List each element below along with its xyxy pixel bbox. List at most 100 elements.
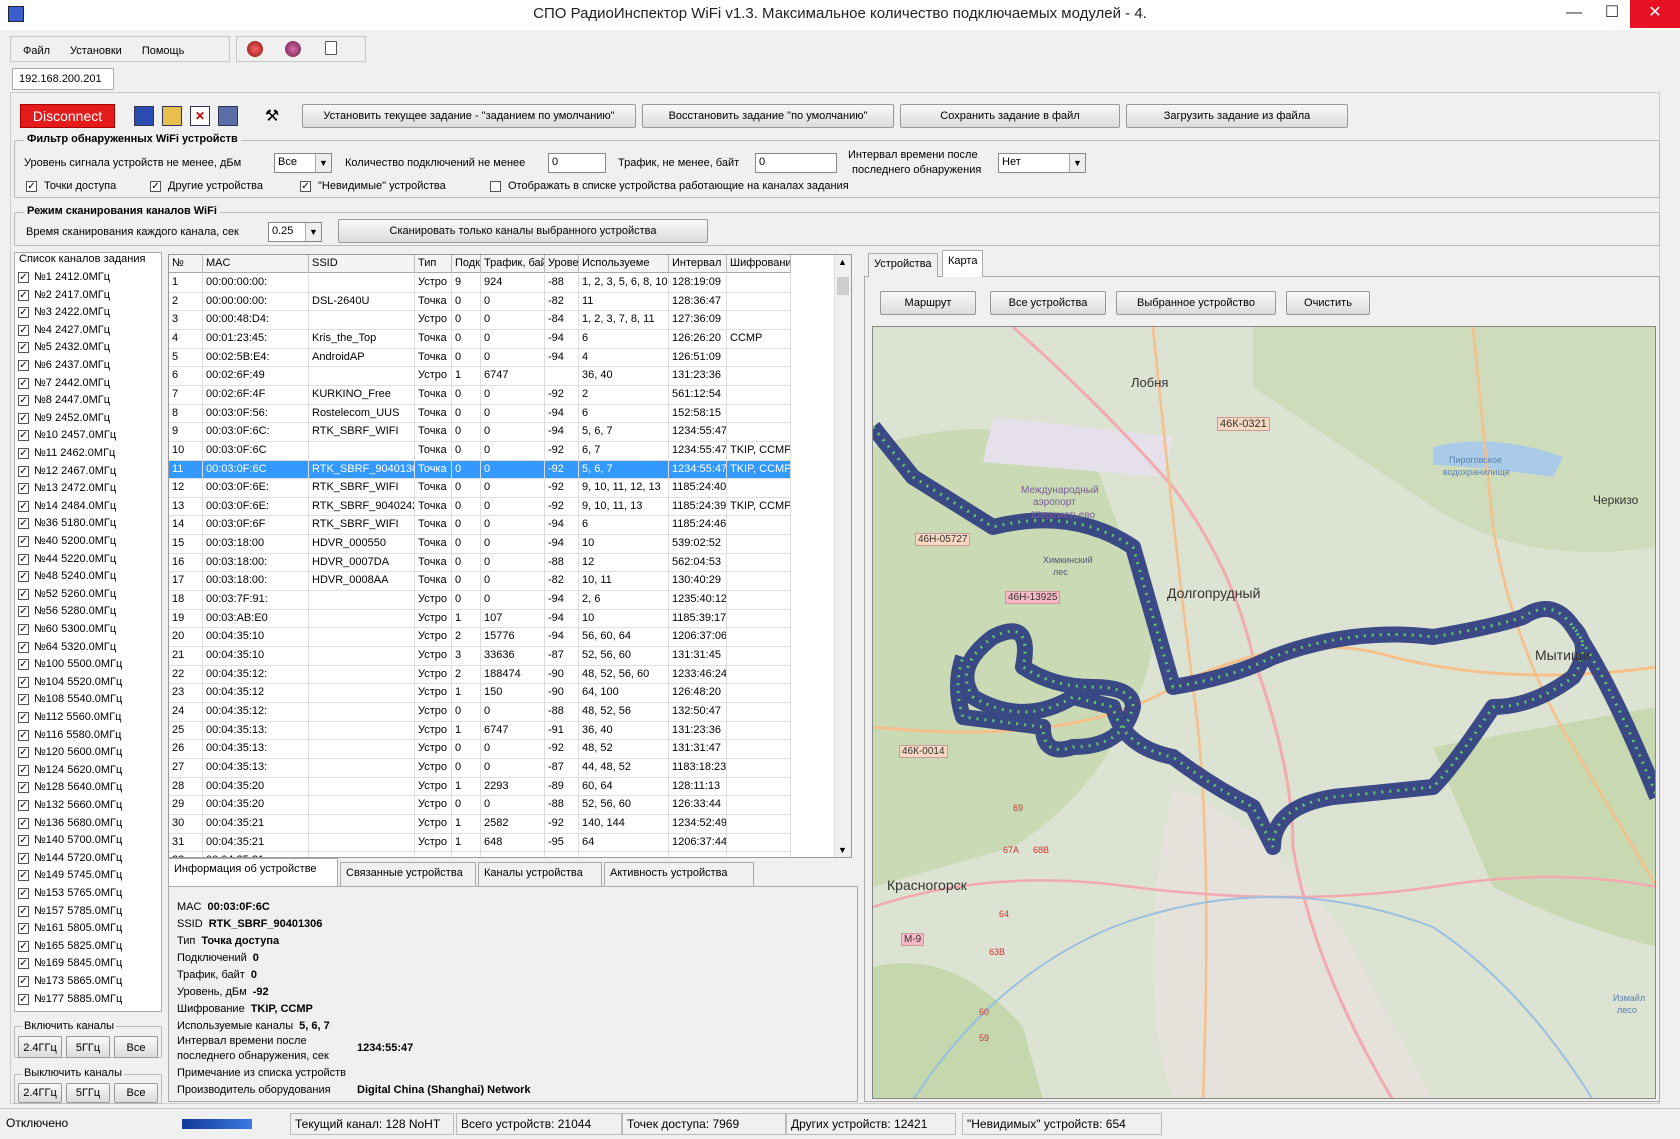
- channel-checkbox[interactable]: ✓: [18, 395, 29, 407]
- scroll-down-icon[interactable]: ▼: [838, 845, 847, 855]
- maximize-button[interactable]: ☐: [1590, 0, 1634, 28]
- table-row[interactable]: 17 00:03:18:00: HDVR_0008AA Точка 0 0 -82 10, 1…: [169, 572, 835, 592]
- channel-checkbox[interactable]: ✓: [18, 430, 29, 442]
- info-tab[interactable]: Связанные устройства: [340, 862, 476, 886]
- channel-checkbox[interactable]: ✓: [18, 307, 29, 319]
- clear-button[interactable]: Очистить: [1286, 291, 1370, 315]
- channel-checkbox[interactable]: ✓: [18, 518, 29, 530]
- table-row[interactable]: 10 00:03:0F:6C Точка 0 0 -92 6, 7 1234:55:47 TKI…: [169, 441, 835, 461]
- info-tab[interactable]: Активность устройства: [604, 862, 754, 886]
- channel-checkbox[interactable]: ✓: [18, 360, 29, 371]
- channel-checkbox[interactable]: ✓: [18, 412, 29, 424]
- channel-checkbox[interactable]: ✓: [18, 852, 29, 864]
- open-folder-icon[interactable]: [162, 106, 182, 126]
- channel-checkbox[interactable]: ✓: [18, 993, 29, 1005]
- table-row[interactable]: 14 00:03:0F:6F RTK_SBRF_WIFI Точка 0 0 -94 6 118…: [169, 516, 835, 536]
- table-scrollbar[interactable]: ▲ ▼: [834, 255, 851, 857]
- channel-checkbox[interactable]: ✓: [18, 729, 29, 741]
- table-row[interactable]: 22 00:04:35:12: Устро 2 188474 -90 48, 52, 56,…: [169, 665, 835, 685]
- tab-map[interactable]: Карта: [942, 250, 984, 277]
- channel-checkbox[interactable]: ✓: [18, 342, 29, 354]
- table-row[interactable]: 30 00:04:35:21 Устро 1 2582 -92 140, 144 1234:5…: [169, 814, 835, 834]
- restore-default-button[interactable]: Восстановить задание "по умолчанию": [642, 104, 894, 128]
- enable-all-button[interactable]: Все: [114, 1036, 158, 1058]
- channel-checkbox[interactable]: ✓: [18, 958, 29, 970]
- channel-checkbox[interactable]: ✓: [18, 870, 29, 882]
- channel-checkbox[interactable]: ✓: [18, 817, 29, 829]
- enable-5-button[interactable]: 5ГГц: [66, 1036, 110, 1058]
- interval-combo[interactable]: Нет ▼: [998, 153, 1086, 173]
- table-row[interactable]: 27 00:04:35:13: Устро 0 0 -87 44, 48, 52 1183:1…: [169, 758, 835, 778]
- table-row[interactable]: 1 00:00:00:00: Устро 9 924 -88 1, 2, 3, 5, 6, …: [169, 274, 835, 293]
- selected-device-button[interactable]: Выбранное устройство: [1116, 291, 1276, 315]
- delete-icon[interactable]: ✕: [190, 106, 210, 126]
- tools-icon[interactable]: ⚒: [262, 106, 282, 126]
- table-row[interactable]: 6 00:02:6F:49 Устро 1 6747 36, 40 131:23:36: [169, 367, 835, 386]
- channel-checkbox[interactable]: ✓: [18, 835, 29, 847]
- channel-checkbox[interactable]: ✓: [18, 976, 29, 987]
- channel-checkbox[interactable]: ✓: [18, 272, 29, 283]
- table-row[interactable]: 28 00:04:35:20 Устро 1 2293 -89 60, 64 128:11:1…: [169, 777, 835, 797]
- route-button[interactable]: Маршрут: [880, 291, 976, 315]
- table-header[interactable]: №: [169, 255, 203, 273]
- table-row[interactable]: 12 00:03:0F:6E: RTK_SBRF_WIFI Точка 0 0 -92 9, …: [169, 479, 835, 498]
- channel-checkbox[interactable]: ✓: [18, 923, 29, 935]
- channel-checkbox[interactable]: ✓: [18, 764, 29, 776]
- channel-checkbox[interactable]: ✓: [18, 676, 29, 688]
- table-row[interactable]: 16 00:03:18:00: HDVR_0007DA Точка 0 0 -88 12 562…: [169, 553, 835, 573]
- table-row[interactable]: 20 00:04:35:10 Устро 2 15776 -94 56, 60, 64 120…: [169, 628, 835, 648]
- channel-checkbox[interactable]: ✓: [18, 940, 29, 952]
- set-default-task-button[interactable]: Установить текущее задание - "заданием п…: [302, 104, 636, 128]
- close-button[interactable]: ✕: [1630, 0, 1680, 28]
- table-header[interactable]: Урове: [545, 255, 579, 273]
- ip-tab[interactable]: 192.168.200.201: [12, 68, 114, 90]
- channel-checkbox[interactable]: ✓: [18, 905, 29, 917]
- table-row[interactable]: 13 00:03:0F:6E: RTK_SBRF_90402427 Точка 0 0 -9…: [169, 497, 835, 517]
- table-row[interactable]: 25 00:04:35:13: Устро 1 6747 -91 36, 40 131:23:…: [169, 721, 835, 741]
- info-tab[interactable]: Каналы устройства: [478, 862, 602, 886]
- channel-checkbox[interactable]: ✓: [18, 659, 29, 671]
- channel-checkbox[interactable]: ✓: [18, 536, 29, 547]
- map-view[interactable]: Лобня 46К-0321 Международный аэропорт Шереме…: [872, 326, 1656, 1099]
- table-row[interactable]: 19 00:03:AB:E0 Устро 1 107 -94 10 1185:39:17: [169, 609, 835, 629]
- table-row[interactable]: 7 00:02:6F:4F KURKINO_Free Точка 0 0 -92 2 561:1…: [169, 385, 835, 405]
- signal-combo[interactable]: Все ▼: [274, 153, 332, 173]
- disconnect-button[interactable]: Disconnect: [20, 104, 115, 128]
- channel-checkbox[interactable]: ✓: [18, 377, 29, 389]
- table-header[interactable]: Тип: [415, 255, 452, 273]
- table-row[interactable]: 24 00:04:35:12: Устро 0 0 -88 48, 52, 56 132:50…: [169, 702, 835, 722]
- channel-checkbox[interactable]: ✓: [18, 747, 29, 759]
- tab-devices[interactable]: Устройства: [868, 253, 938, 277]
- table-row[interactable]: 18 00:03:7F:91: Устро 0 0 -94 2, 6 1235:40:12: [169, 591, 835, 610]
- info-tab[interactable]: Информация об устройстве: [168, 858, 338, 886]
- table-header[interactable]: Интервал: [669, 255, 727, 273]
- stop-icon[interactable]: [285, 41, 301, 57]
- channel-checkbox[interactable]: ✓: [18, 694, 29, 706]
- table-row[interactable]: 5 00:02:5B:E4: AndroidAP Точка 0 0 -94 4 126:51:…: [169, 348, 835, 368]
- load-task-button[interactable]: Загрузить задание из файла: [1126, 104, 1348, 128]
- channel-checkbox[interactable]: ✓: [18, 800, 29, 811]
- channel-checkbox[interactable]: ✓: [18, 641, 29, 653]
- channel-checkbox[interactable]: ✓: [18, 465, 29, 477]
- document-icon[interactable]: [325, 41, 337, 55]
- table-row[interactable]: 26 00:04:35:13: Устро 0 0 -92 48, 52 131:31:47: [169, 740, 835, 759]
- menu-settings[interactable]: Установки: [58, 37, 130, 57]
- conn-input[interactable]: 0: [548, 153, 606, 173]
- enable-24-button[interactable]: 2.4ГГц: [18, 1036, 62, 1058]
- table-row[interactable]: 3 00:00:48:D4: Устро 0 0 -84 1, 2, 3, 7, 8, 11…: [169, 311, 835, 330]
- scan-selected-button[interactable]: Сканировать только каналы выбранного уст…: [338, 219, 708, 243]
- channel-checkbox[interactable]: ✓: [18, 782, 29, 794]
- table-header[interactable]: Используеме: [579, 255, 669, 273]
- cb-task-channels[interactable]: [490, 181, 501, 192]
- channel-checkbox[interactable]: ✓: [18, 553, 29, 565]
- channel-checkbox[interactable]: ✓: [18, 624, 29, 635]
- cb-hidden-devices[interactable]: ✓: [300, 181, 311, 192]
- channel-checkbox[interactable]: ✓: [18, 588, 29, 600]
- channel-checkbox[interactable]: ✓: [18, 712, 29, 723]
- table-header[interactable]: Шифровани: [727, 255, 791, 273]
- traffic-input[interactable]: 0: [755, 153, 837, 173]
- channel-checkbox[interactable]: ✓: [18, 289, 29, 301]
- table-row[interactable]: 8 00:03:0F:56: Rostelecom_UUS Точка 0 0 -94 6 15…: [169, 404, 835, 424]
- scroll-thumb[interactable]: [837, 277, 849, 295]
- scroll-up-icon[interactable]: ▲: [838, 257, 847, 267]
